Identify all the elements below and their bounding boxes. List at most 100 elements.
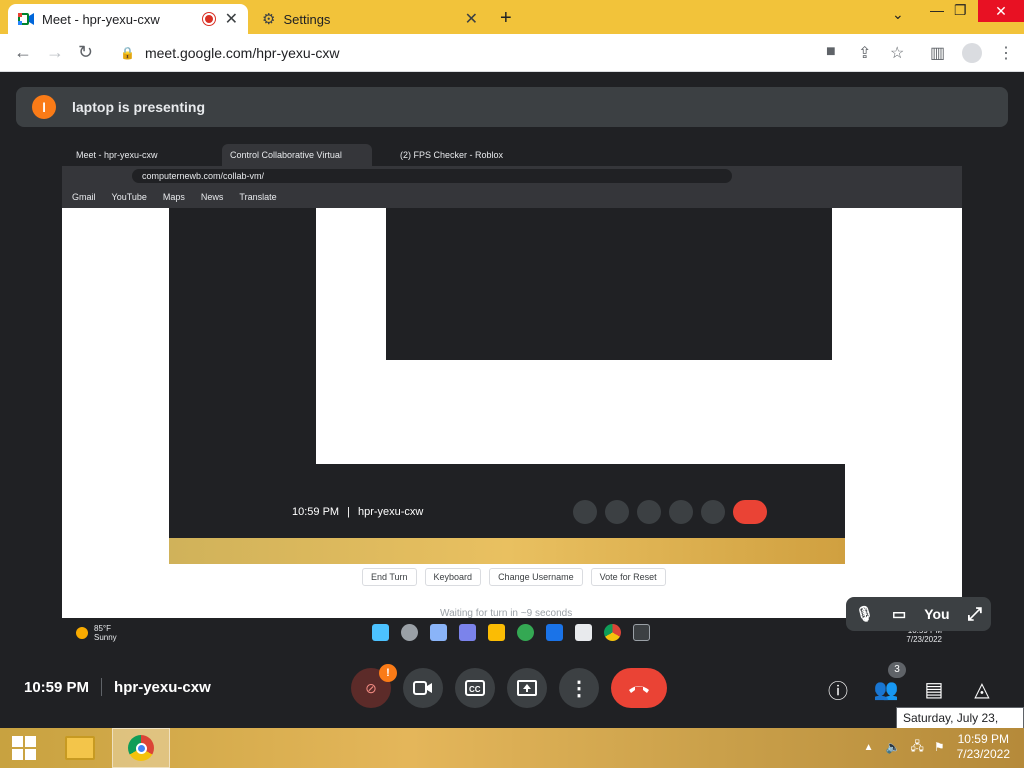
chrome-icon (604, 624, 621, 641)
profile-avatar[interactable] (962, 43, 982, 63)
expand-icon[interactable]: ⤢ (968, 604, 982, 625)
tab-meet[interactable]: Meet - hpr-yexu-cxw ✕ (8, 4, 248, 34)
date-tooltip: Saturday, July 23, 2022 (896, 707, 1024, 745)
tab-search-chevron-icon[interactable]: ⌄ (892, 6, 904, 23)
camera-button[interactable] (403, 668, 443, 708)
weather-cond: Sunny (94, 633, 117, 642)
weather-temp: 85°F (94, 624, 111, 633)
browser-toolbar: ← → ↻ 🔒 meet.google.com/hpr-yexu-cxw ■ ⇪… (0, 34, 1024, 72)
tab-meet-title: Meet - hpr-yexu-cxw (42, 11, 160, 27)
nested-more-button (701, 500, 726, 524)
address-bar[interactable]: 🔒 meet.google.com/hpr-yexu-cxw (108, 39, 888, 67)
mic-off-icon: 🎙 (854, 606, 875, 623)
chrome-taskbar-button[interactable] (112, 728, 170, 768)
present-button[interactable] (507, 668, 547, 708)
shared-tab: Meet - hpr-yexu-cxw (76, 150, 158, 160)
self-label: You (924, 606, 950, 622)
nested-taskbar (169, 538, 845, 564)
gear-icon: ⚙ (262, 11, 276, 28)
presenting-banner: l laptop is presenting (16, 87, 1008, 127)
people-icon[interactable]: 👥 (874, 678, 899, 701)
activities-icon[interactable]: ◬ (971, 678, 993, 701)
tab-settings[interactable]: ⚙ Settings ✕ (252, 4, 488, 34)
captions-button[interactable]: CC (455, 668, 495, 708)
nested-end-call-button (733, 500, 768, 524)
participants-count-badge: 3 (888, 662, 906, 678)
browser-tab-bar: Meet - hpr-yexu-cxw ✕ ⚙ Settings ✕ + ⌄ —… (0, 0, 1024, 34)
network-icon[interactable]: 🖧 (910, 737, 923, 758)
waiting-text: Waiting for turn in ~9 seconds (440, 608, 573, 618)
minimize-button[interactable]: — (930, 2, 944, 18)
clock-time: 10:59 PM (957, 732, 1009, 746)
nested-meet-controls: 10:59 PM | hpr-yexu-cxw (276, 490, 952, 534)
star-icon[interactable]: ☆ (890, 43, 904, 63)
shared-tab-active: Control Collaborative Virtual (222, 144, 372, 166)
action-center-icon[interactable]: ⚑ (934, 740, 945, 754)
nested-captions-button (637, 500, 662, 524)
bookmark: Translate (239, 192, 277, 202)
more-vert-icon: ⋮ (569, 677, 589, 700)
bookmark: Gmail (72, 192, 96, 202)
start-button[interactable] (0, 728, 48, 768)
nested-meet-code: hpr-yexu-cxw (357, 506, 424, 518)
nested-mic-button (573, 500, 598, 524)
end-turn-button: End Turn (362, 568, 417, 586)
self-tile[interactable]: 🎙 ▭ You ⤢ (846, 597, 991, 631)
nested-meet-screen-inner (386, 208, 832, 360)
back-button[interactable]: ← (14, 42, 32, 63)
weather-widget: 85°F Sunny (76, 624, 117, 642)
meeting-code: hpr-yexu-cxw (114, 678, 211, 696)
keyboard-button: Keyboard (424, 568, 482, 586)
search-icon (401, 624, 418, 641)
shared-screen: Meet - hpr-yexu-cxw Control Collaborativ… (62, 140, 962, 618)
new-tab-button[interactable]: + (500, 7, 512, 30)
clock[interactable]: 10:59 PM 7/23/2022 (957, 732, 1010, 762)
more-options-button[interactable]: ⋮ (559, 668, 599, 708)
windows-start-icon (372, 624, 389, 641)
menu-icon[interactable]: ⋮ (998, 43, 1014, 63)
close-tab-icon[interactable]: ✕ (465, 9, 478, 29)
teams-icon (459, 624, 476, 641)
nested-meet-screen: 10:59 PM | hpr-yexu-cxw (169, 208, 912, 564)
info-icon[interactable]: ⓘ (827, 678, 849, 703)
shared-bookmarks-bar: Gmail YouTube Maps News Translate (62, 186, 962, 208)
shared-tray-date: 7/23/2022 (906, 635, 942, 644)
reload-button[interactable]: ↻ (78, 42, 93, 63)
chrome-icon (128, 735, 154, 761)
end-call-button[interactable] (611, 668, 667, 708)
store-icon (575, 624, 592, 641)
close-tab-icon[interactable]: ✕ (225, 9, 238, 29)
side-panel-icon[interactable]: ▥ (930, 43, 945, 63)
share-icon[interactable]: ⇪ (858, 43, 871, 63)
clock-date: 7/23/2022 (956, 747, 1010, 761)
present-icon (517, 680, 537, 696)
camera-icon[interactable]: ■ (826, 43, 836, 61)
chat-icon[interactable]: ▤ (923, 678, 945, 701)
sun-icon (76, 627, 88, 639)
folder-icon (65, 736, 95, 760)
phone-hangup-icon (629, 686, 649, 693)
close-window-button[interactable]: ✕ (978, 0, 1024, 22)
folder-icon (488, 624, 505, 641)
file-explorer-button[interactable] (56, 728, 104, 768)
tab-settings-title: Settings (283, 11, 331, 27)
system-tray: ▲ 🔈 🖧 ⚑ 10:59 PM 7/23/2022 (864, 732, 1010, 762)
shared-taskbar: 85°F Sunny 10:59 PM 7/23/2022 (62, 618, 962, 648)
bookmark: News (200, 192, 224, 202)
windows-logo-icon (12, 736, 36, 760)
forward-button[interactable]: → (46, 42, 64, 63)
shared-url: computernewb.com/collab-vm/ (132, 169, 732, 183)
lock-icon: 🔒 (120, 46, 135, 60)
presenter-avatar: l (32, 95, 56, 119)
task-view-icon (430, 624, 447, 641)
collab-buttons: End Turn Keyboard Change Username Vote f… (362, 568, 666, 586)
microphone-button[interactable]: ⊘ ! (351, 664, 397, 708)
restore-button[interactable]: ❐ (954, 2, 967, 19)
shared-tab-bar: Meet - hpr-yexu-cxw Control Collaborativ… (62, 140, 962, 166)
volume-mute-icon[interactable]: 🔈 (886, 740, 901, 754)
bookmark: Maps (162, 192, 185, 202)
shared-tab: (2) FPS Checker - Roblox (400, 150, 504, 160)
camera-off-icon: ▭ (892, 606, 907, 623)
shared-page-content: 10:59 PM | hpr-yexu-cxw End Turn Keyboar… (62, 208, 962, 618)
tray-chevron-icon[interactable]: ▲ (864, 742, 874, 753)
